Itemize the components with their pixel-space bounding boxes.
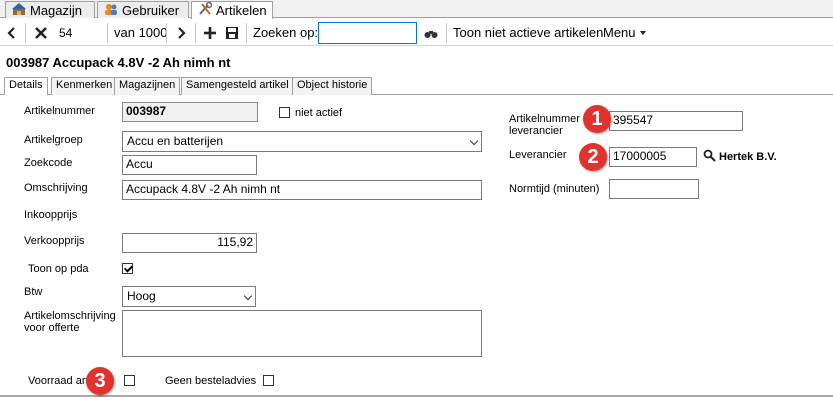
- tab-magazijnen[interactable]: Magazijnen: [114, 77, 181, 95]
- tab-kenmerken[interactable]: Kenmerken: [51, 77, 118, 95]
- omschrijving-field[interactable]: Accupack 4.8V -2 Ah nimh nt: [122, 180, 482, 200]
- add-button[interactable]: [200, 23, 220, 43]
- leverancier-name: Hertek B.V.: [719, 151, 777, 163]
- inkoopprijs-label: Inkoopprijs: [24, 209, 78, 221]
- warehouse-icon: [12, 2, 26, 19]
- record-number-input[interactable]: [54, 23, 104, 43]
- save-button[interactable]: [222, 23, 242, 43]
- toolbar-separator: [246, 23, 247, 43]
- chevron-down-icon: [469, 136, 479, 146]
- toolbar: van 1000 Zoeken op: Toon niet actieve ar…: [0, 19, 833, 46]
- search-input[interactable]: [318, 22, 417, 44]
- normtijd-label: Normtijd (minuten): [509, 183, 600, 195]
- callout-badge-3: 3: [86, 367, 114, 395]
- omschrijving-label: Omschrijving: [24, 182, 88, 194]
- geen-besteladvies-checkbox[interactable]: [263, 375, 274, 386]
- previous-button[interactable]: [2, 23, 22, 43]
- search-label: Zoeken op:: [253, 25, 319, 40]
- verkoopprijs-field[interactable]: 115,92: [122, 233, 257, 253]
- artikelnummer-field: 003987: [122, 102, 258, 122]
- callout-badge-2: 2: [579, 143, 607, 171]
- leverancier-label: Leverancier: [509, 149, 567, 161]
- tab-magazijn[interactable]: Magazijn: [5, 1, 95, 18]
- users-icon: [104, 2, 118, 19]
- voorraad-checkbox[interactable]: [124, 375, 135, 386]
- chevron-left-icon: [7, 27, 15, 39]
- binoculars-icon: [424, 31, 438, 38]
- artikelnummer-label: Artikelnummer: [24, 105, 95, 117]
- niet-actief-checkbox[interactable]: [279, 107, 290, 118]
- tab-artikelen-label: Artikelen: [216, 3, 267, 18]
- artikelnummer-leverancier-label: Artikelnummer: [509, 113, 580, 125]
- top-tab-bar: Magazijn Gebruiker Artikelen: [0, 0, 833, 19]
- show-inactive-button[interactable]: Toon niet actieve artikelen: [453, 25, 603, 40]
- btw-value: Hoog: [127, 289, 156, 303]
- close-icon: [35, 27, 47, 39]
- chevron-down-icon: [243, 291, 253, 301]
- artikelomschrijving-label-2: voor offerte: [24, 322, 80, 334]
- artikelnummer-leverancier-field[interactable]: 395547: [609, 111, 743, 131]
- normtijd-field[interactable]: [609, 179, 699, 199]
- btw-select[interactable]: Hoog: [122, 286, 256, 307]
- save-icon: [226, 27, 238, 39]
- chevron-right-icon: [178, 27, 186, 39]
- niet-actief-label: niet actief: [295, 107, 343, 119]
- record-count-label: van 1000: [114, 25, 168, 40]
- callout-badge-1: 1: [583, 105, 611, 133]
- leverancier-field[interactable]: 17000005: [609, 147, 697, 167]
- tab-samengesteld-artikel[interactable]: Samengesteld artikel: [181, 77, 294, 95]
- voorraad-label: Voorraad art: [28, 375, 89, 387]
- search-icon[interactable]: [703, 149, 717, 166]
- tab-details[interactable]: Details: [4, 77, 48, 96]
- toolbar-separator: [195, 23, 196, 43]
- caret-down-icon: [640, 31, 646, 35]
- zoekcode-field[interactable]: Accu: [122, 155, 257, 175]
- toolbar-separator: [25, 23, 26, 43]
- page-title: 003987 Accupack 4.8V -2 Ah nimh nt: [6, 55, 231, 70]
- zoekcode-label: Zoekcode: [24, 157, 73, 169]
- toon-op-pda-label: Toon op pda: [28, 263, 89, 275]
- detail-tab-bar: Details Kenmerken Magazijnen Samengestel…: [0, 76, 833, 96]
- artikelgroep-select[interactable]: Accu en batterijen: [122, 131, 482, 152]
- tab-gebruiker[interactable]: Gebruiker: [97, 1, 189, 18]
- toon-op-pda-checkbox[interactable]: [122, 263, 133, 274]
- toolbar-separator: [446, 23, 447, 43]
- artikelgroep-label: Artikelgroep: [24, 134, 83, 146]
- artikelnummer-leverancier-label-2: leverancier: [509, 125, 563, 137]
- tab-artikelen[interactable]: Artikelen: [191, 1, 273, 19]
- artikelgroep-value: Accu en batterijen: [127, 134, 224, 148]
- btw-label: Btw: [24, 286, 43, 298]
- artikelomschrijving-textarea[interactable]: [122, 310, 482, 357]
- tools-icon: [198, 1, 213, 19]
- toolbar-separator: [166, 23, 167, 43]
- menu-button[interactable]: Menu: [603, 25, 636, 40]
- geen-besteladvies-label: Geen besteladvies: [165, 375, 257, 387]
- next-button[interactable]: [171, 23, 191, 43]
- artikelomschrijving-label: Artikelomschrijving: [24, 310, 116, 322]
- binoculars-button[interactable]: [421, 23, 441, 43]
- tab-magazijn-label: Magazijn: [30, 2, 83, 18]
- verkoopprijs-label: Verkoopprijs: [24, 235, 85, 247]
- toolbar-separator: [107, 23, 108, 43]
- delete-button[interactable]: [31, 23, 51, 43]
- plus-icon: [204, 27, 216, 39]
- tab-object-historie[interactable]: Object historie: [292, 77, 373, 95]
- tab-gebruiker-label: Gebruiker: [122, 2, 180, 18]
